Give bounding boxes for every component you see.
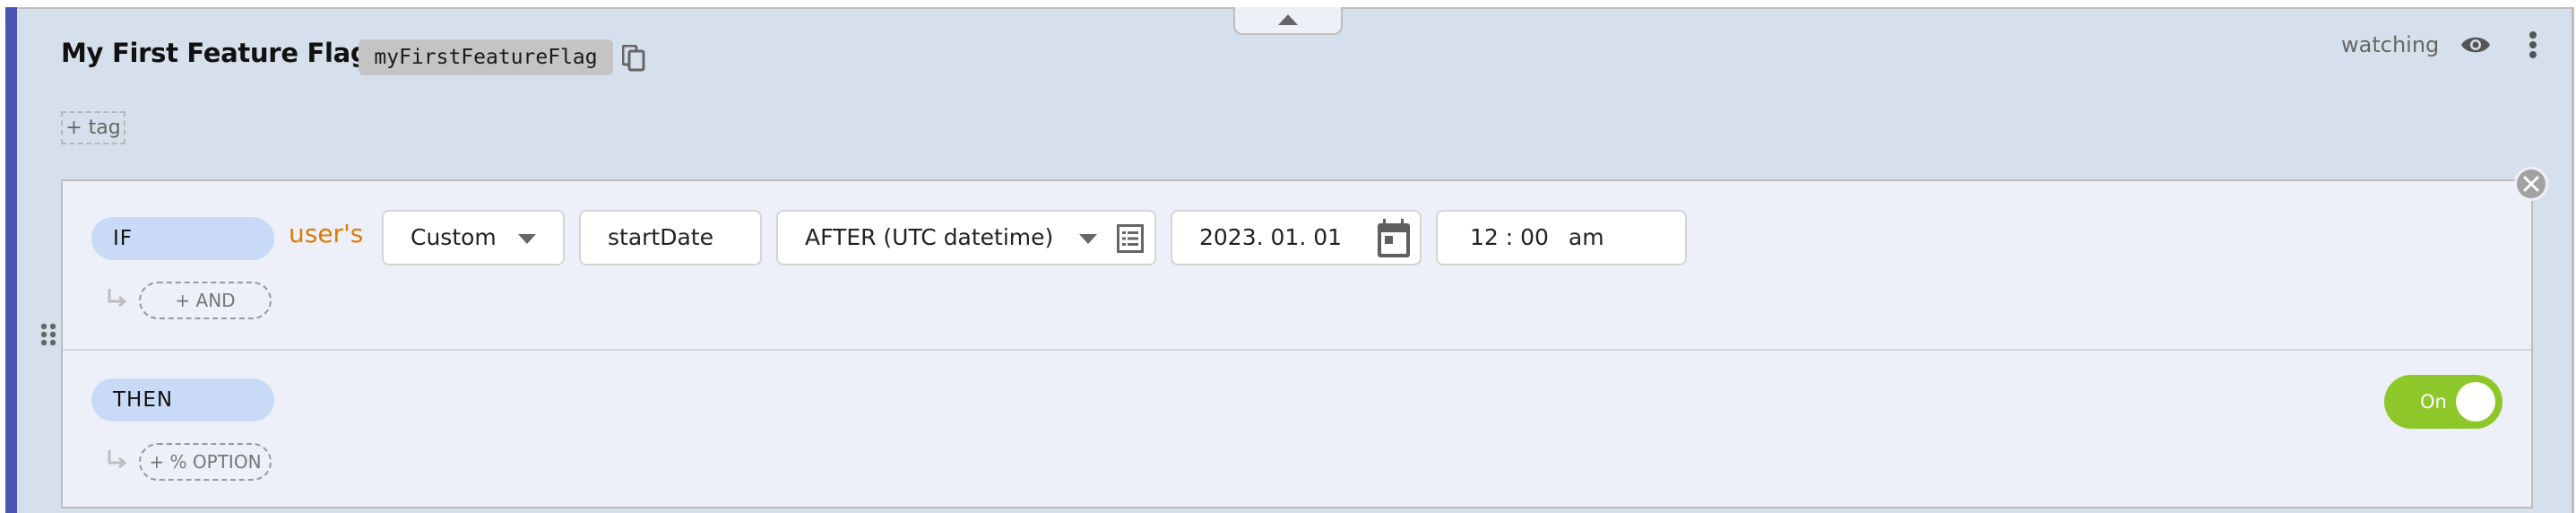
caret-up-icon — [1278, 14, 1298, 25]
users-label: user's — [289, 219, 364, 248]
flag-title: My First Feature Flag — [61, 38, 369, 68]
time-ampm[interactable]: am — [1569, 224, 1604, 250]
collapse-button[interactable] — [1233, 7, 1343, 35]
toggle-knob — [2456, 382, 2495, 422]
add-and-condition-button[interactable]: + AND — [139, 282, 272, 319]
time-input[interactable]: 12 : 00 am — [1436, 210, 1687, 265]
chevron-down-icon — [1079, 234, 1097, 244]
operator-dropdown[interactable]: AFTER (UTC datetime) — [776, 210, 1156, 265]
subdirectory-arrow-icon — [108, 450, 127, 469]
operator-value: AFTER (UTC datetime) — [805, 224, 1054, 250]
calendar-icon[interactable] — [1377, 219, 1411, 258]
remove-rule-button[interactable] — [2514, 167, 2548, 201]
then-label: THEN — [91, 378, 274, 422]
accent-bar — [5, 7, 17, 513]
eye-icon[interactable] — [2460, 34, 2491, 56]
list-icon[interactable] — [1117, 224, 1144, 253]
time-separator: : — [1505, 224, 1514, 250]
attribute-name-input[interactable]: startDate — [579, 210, 762, 265]
flag-key: myFirstFeatureFlag — [359, 39, 613, 75]
if-then-divider — [63, 349, 2531, 351]
toggle-label: On — [2420, 391, 2447, 413]
add-percent-option-button[interactable]: + % OPTION — [139, 443, 272, 481]
add-tag-button[interactable]: + tag — [61, 111, 125, 144]
chevron-down-icon — [518, 234, 536, 244]
subdirectory-arrow-icon — [108, 289, 127, 308]
date-input[interactable]: 2023. 01. 01 — [1171, 210, 1422, 265]
copy-icon[interactable] — [622, 45, 645, 72]
kebab-menu-icon[interactable] — [2524, 30, 2542, 59]
if-label: IF — [91, 217, 274, 260]
attribute-type-value: Custom — [411, 224, 497, 250]
serve-toggle[interactable]: On — [2384, 375, 2503, 429]
attribute-type-dropdown[interactable]: Custom — [382, 210, 565, 265]
close-icon — [2523, 176, 2539, 192]
date-value: 2023. 01. 01 — [1199, 224, 1343, 250]
watching-label: watching — [2341, 32, 2440, 57]
time-hour[interactable]: 12 — [1470, 224, 1499, 250]
drag-handle-icon[interactable] — [39, 323, 57, 348]
attribute-name-value: startDate — [608, 224, 713, 250]
time-minute[interactable]: 00 — [1520, 224, 1549, 250]
